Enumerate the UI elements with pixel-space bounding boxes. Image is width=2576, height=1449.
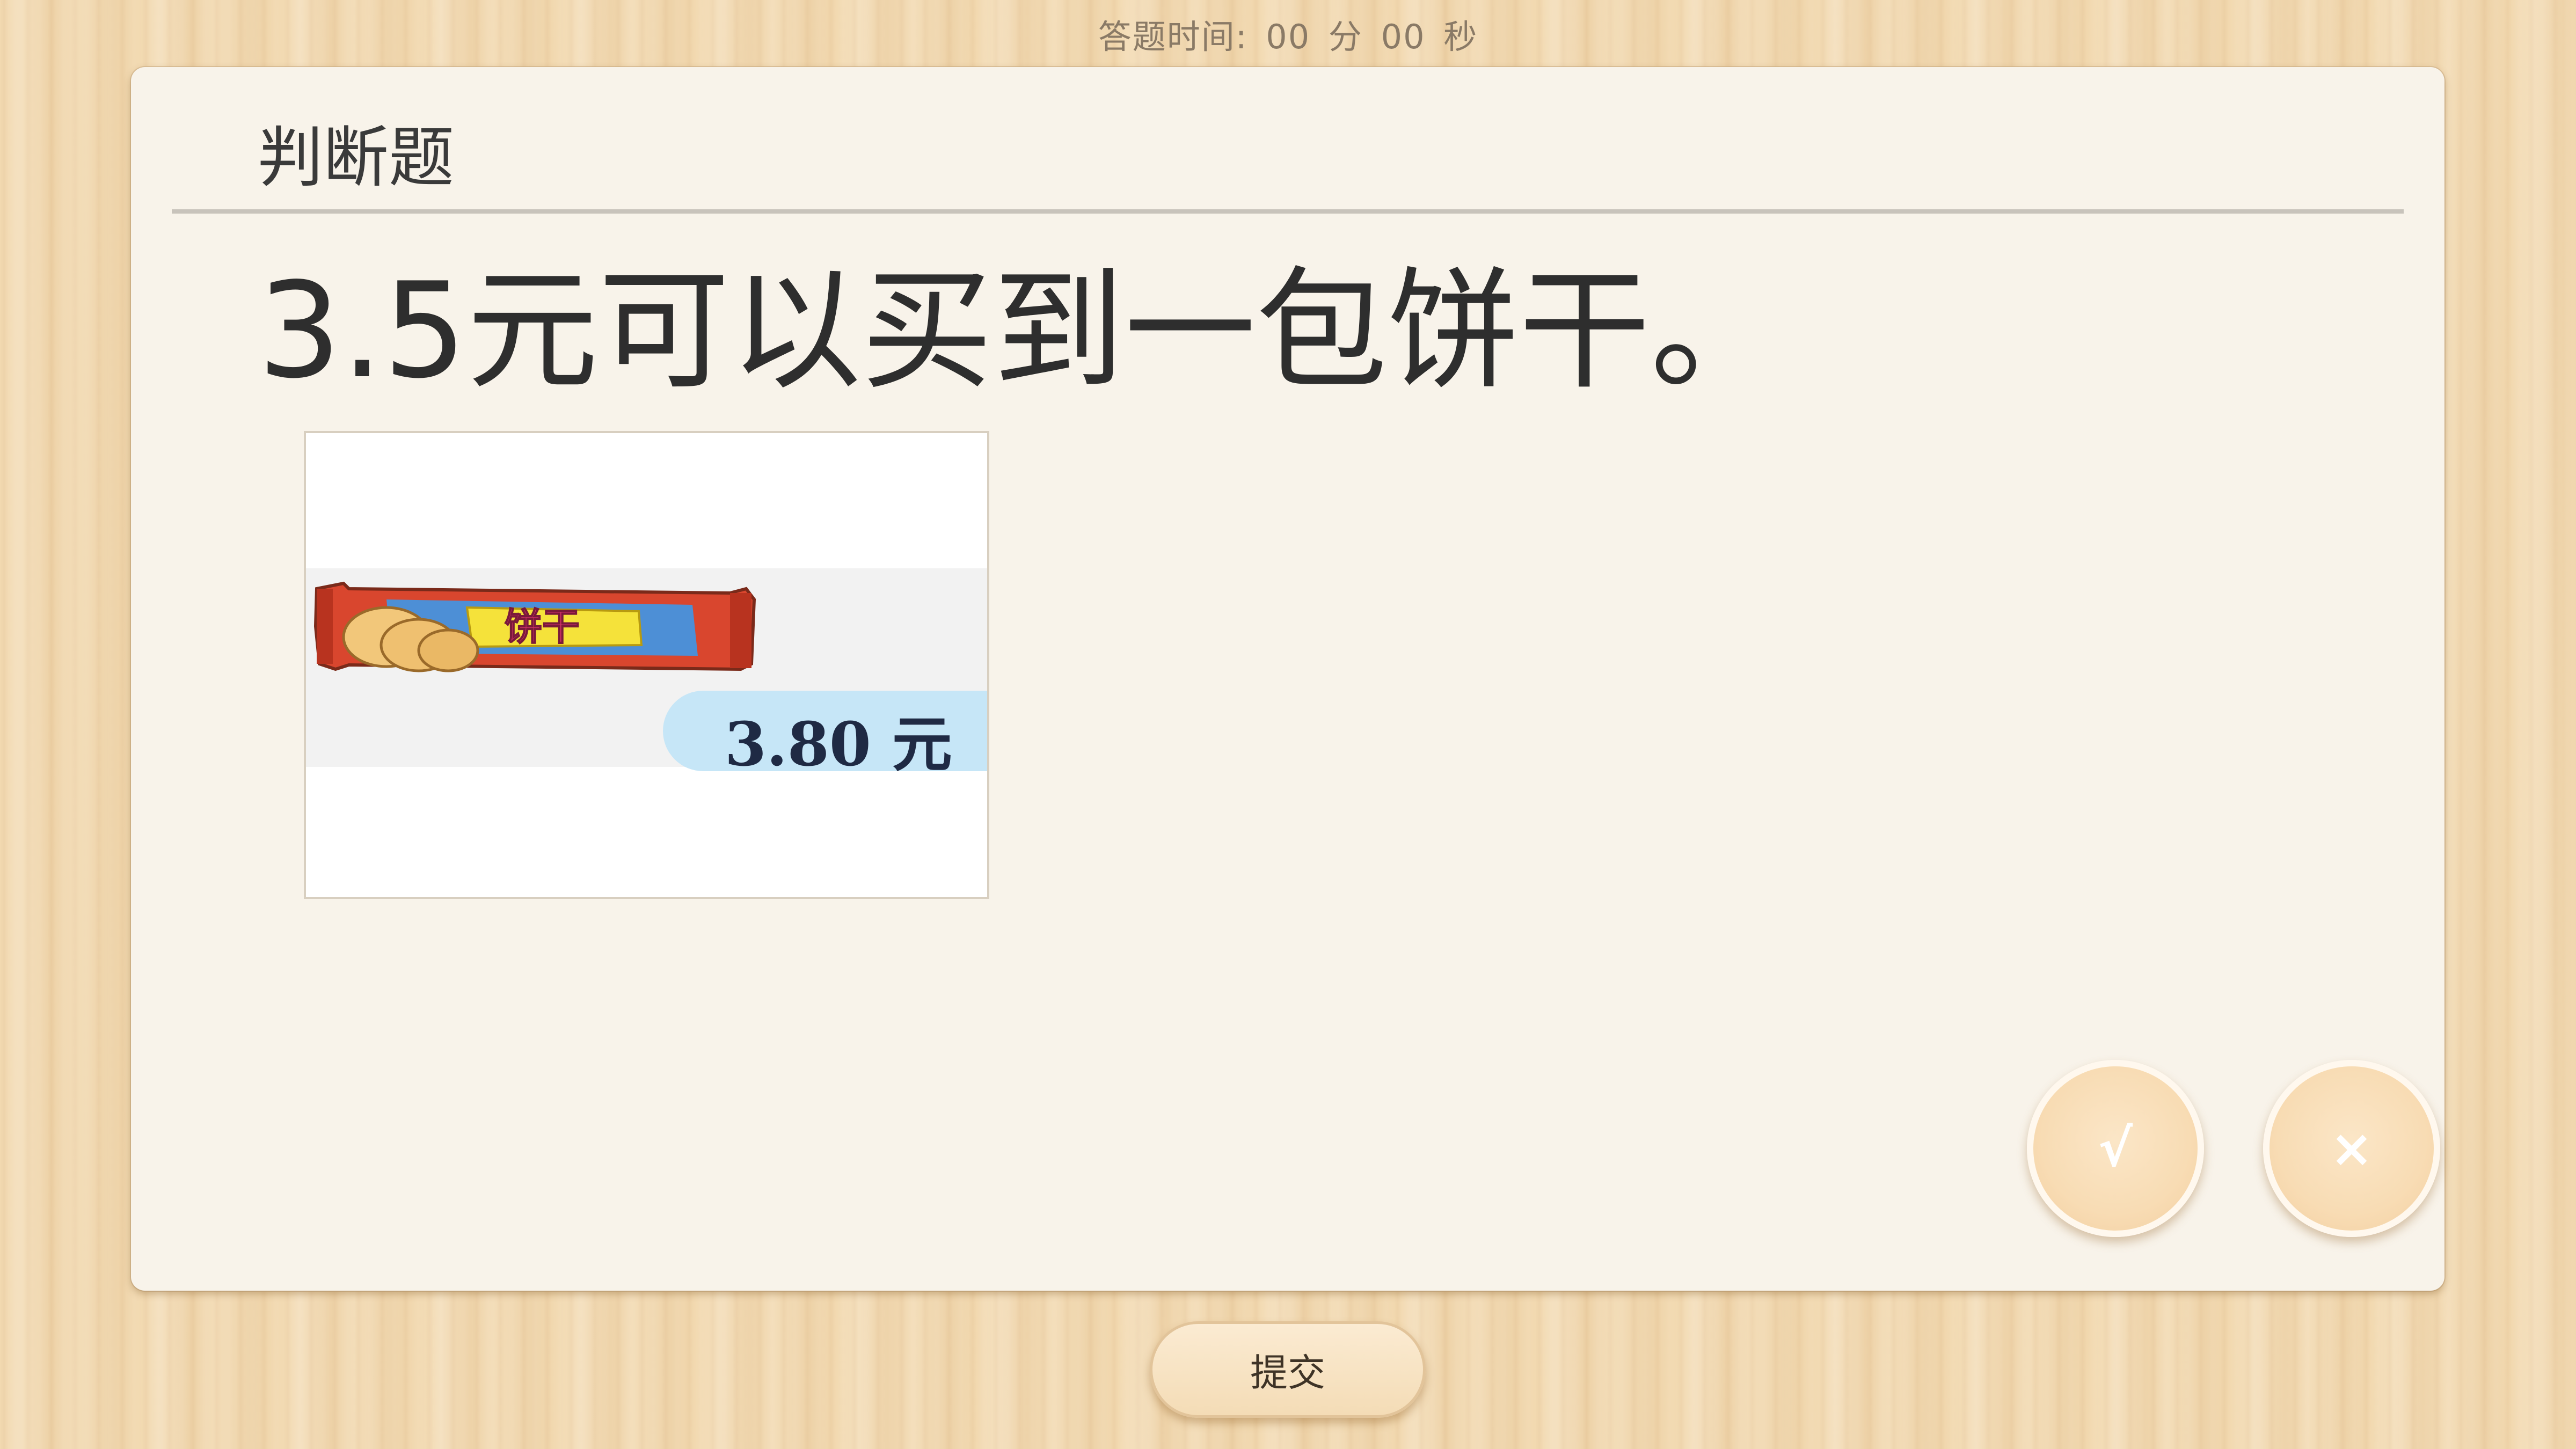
timer-seconds: 00 <box>1381 17 1426 56</box>
false-answer-button[interactable]: × <box>2263 1060 2440 1237</box>
timer-minutes-unit: 分 <box>1328 17 1363 56</box>
biscuit-price-image: 饼干 3.80 元 <box>304 431 989 899</box>
check-icon: √ <box>2098 1118 2133 1179</box>
submit-label: 提交 <box>1250 1350 1325 1395</box>
package-left-crimp <box>317 589 333 664</box>
biscuit-3 <box>417 628 479 672</box>
true-answer-button[interactable]: √ <box>2027 1060 2204 1237</box>
question-type-title: 判断题 <box>258 120 454 196</box>
timer-seconds-unit: 秒 <box>1443 17 1478 56</box>
cross-icon: × <box>2330 1118 2374 1179</box>
question-card: 判断题 3.5元可以买到一包饼干。 饼干 3.80 元 √ × <box>131 67 2444 1291</box>
answer-timer: 答题时间: 00 分 00 秒 <box>0 10 2576 58</box>
package-right-crimp <box>730 593 751 668</box>
timer-label: 答题时间: <box>1098 17 1248 56</box>
timer-minutes: 00 <box>1266 17 1311 56</box>
biscuit-package-illustration: 饼干 <box>313 581 756 672</box>
submit-button[interactable]: 提交 <box>1150 1321 1426 1418</box>
title-divider <box>172 209 2404 214</box>
package-lettering: 饼干 <box>505 605 580 649</box>
price-text: 3.80 元 <box>725 709 952 780</box>
question-text: 3.5元可以买到一包饼干。 <box>258 254 1782 407</box>
